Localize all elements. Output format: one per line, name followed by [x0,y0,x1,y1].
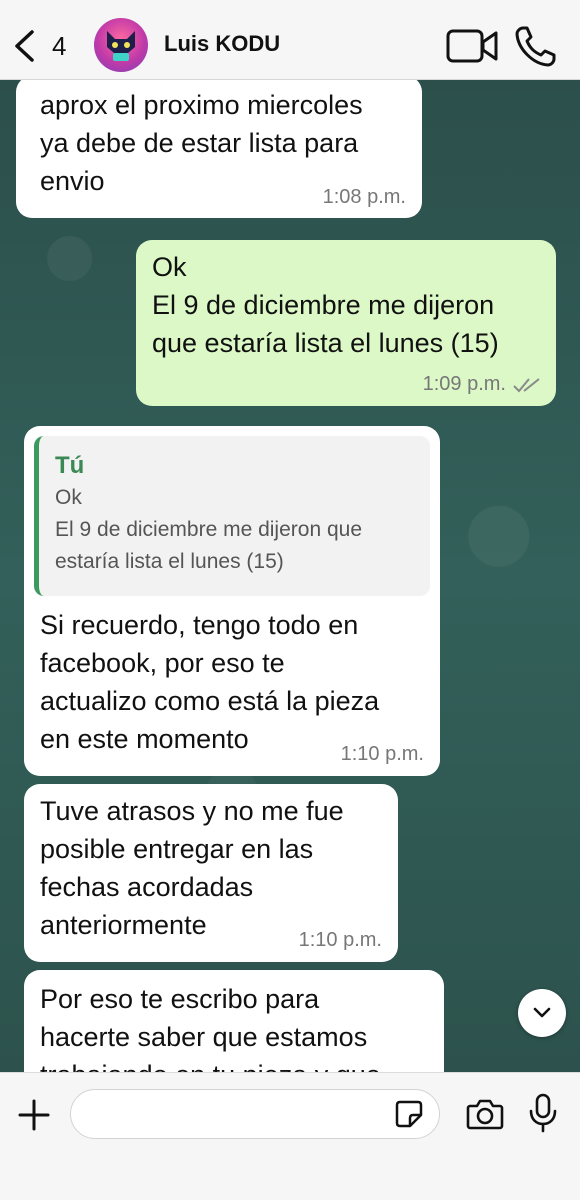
quoted-reply[interactable]: Tú Ok El 9 de diciembre me dijeron que e… [34,436,430,596]
video-camera-icon [446,29,498,63]
voice-record-button[interactable] [528,1093,558,1133]
avatar[interactable] [94,18,148,72]
message-bubble-incoming[interactable]: Por eso te escribo para hacerte saber qu… [24,970,444,1072]
message-bubble-incoming[interactable]: Tuve atrasos y no me fue posible entrega… [24,784,398,962]
message-input[interactable] [70,1089,440,1139]
message-time: 1:10 p.m. [340,743,424,765]
plus-icon [18,1099,50,1131]
camera-icon [466,1099,504,1130]
scroll-to-bottom-button[interactable] [518,989,566,1037]
contact-name[interactable]: Luis KODU [164,31,280,57]
read-double-check-icon [513,378,540,393]
message-text: Ok El 9 de diciembre me dijeron que esta… [152,252,499,358]
attach-button[interactable] [14,1095,54,1135]
avatar-cat-icon [107,31,135,61]
message-bubble-incoming[interactable]: aprox el proximo miercoles ya debe de es… [16,80,422,218]
message-time: 1:08 p.m. [322,186,406,208]
message-text: Si recuerdo, tengo todo en facebook, por… [40,610,380,754]
quote-text: Ok El 9 de diciembre me dijeron que esta… [55,486,363,573]
message-text: Tuve atrasos y no me fue posible entrega… [40,796,344,940]
chat-messages-area[interactable]: aprox el proximo miercoles ya debe de es… [0,80,580,1072]
message-bubble-outgoing[interactable]: Ok El 9 de diciembre me dijeron que esta… [136,240,556,406]
message-time: 1:10 p.m. [298,929,382,951]
sticker-button[interactable] [394,1099,424,1129]
message-time: 1:09 p.m. [422,373,506,395]
chevron-left-icon [15,30,34,62]
video-call-button[interactable] [446,28,498,64]
chevron-down-icon [533,1007,551,1018]
microphone-icon [529,1093,557,1133]
message-composer [0,1072,580,1200]
message-bubble-incoming[interactable]: Tú Ok El 9 de diciembre me dijeron que e… [24,426,440,776]
voice-call-button[interactable] [514,24,558,68]
quote-author: Tú [55,452,85,479]
chat-header: 4 Luis KODU [0,0,580,80]
unread-count: 4 [52,30,67,61]
back-button[interactable]: 4 [12,26,72,66]
message-text: aprox el proximo miercoles ya debe de es… [40,90,363,196]
message-text: Por eso te escribo para hacerte saber qu… [40,984,381,1072]
sticker-icon [395,1100,423,1128]
camera-button[interactable] [466,1097,504,1131]
phone-icon [515,26,556,67]
